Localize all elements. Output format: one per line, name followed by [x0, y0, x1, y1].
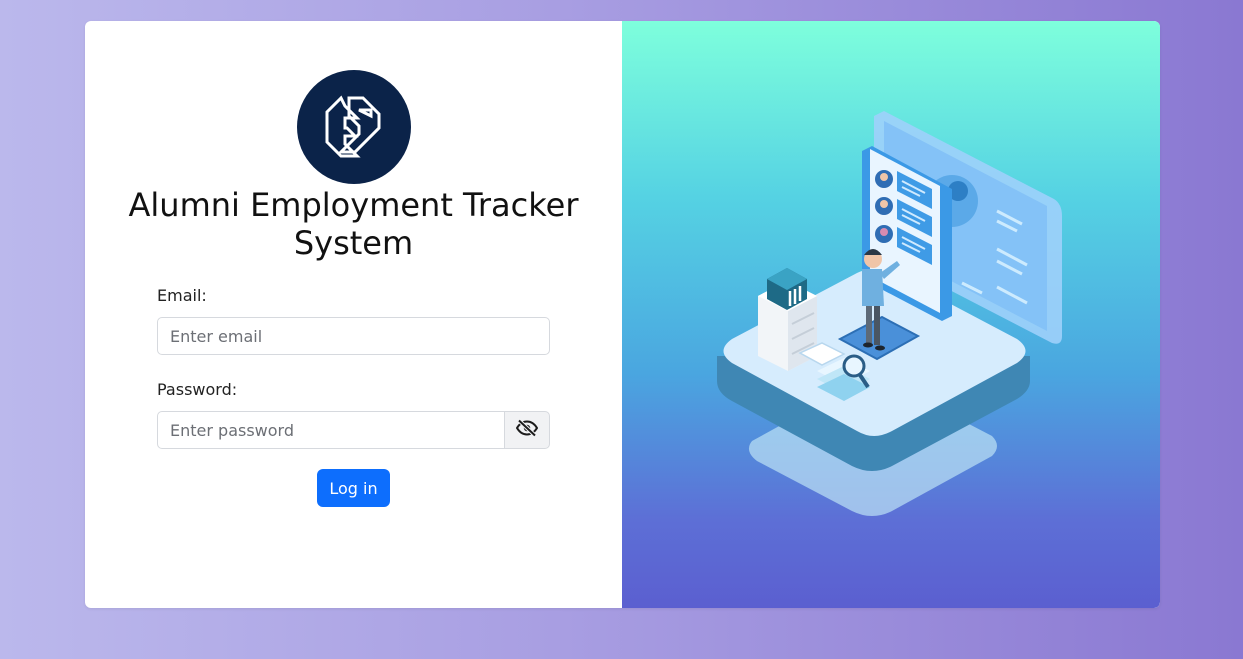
- login-panel: Alumni Employment Tracker System Email: …: [85, 21, 622, 608]
- email-label: Email:: [157, 286, 207, 305]
- password-label: Password:: [157, 380, 238, 399]
- eye-slash-icon: [515, 419, 539, 441]
- isometric-recruitment-illustration: [717, 111, 1062, 516]
- page-title: Alumni Employment Tracker System: [128, 186, 579, 262]
- logo-icon: [297, 70, 411, 184]
- email-field[interactable]: [157, 317, 550, 355]
- login-button[interactable]: Log in: [317, 469, 390, 507]
- password-field[interactable]: [157, 411, 505, 449]
- toggle-password-button[interactable]: [504, 411, 550, 449]
- illustration-panel: [622, 21, 1160, 608]
- login-card: Alumni Employment Tracker System Email: …: [85, 21, 1160, 608]
